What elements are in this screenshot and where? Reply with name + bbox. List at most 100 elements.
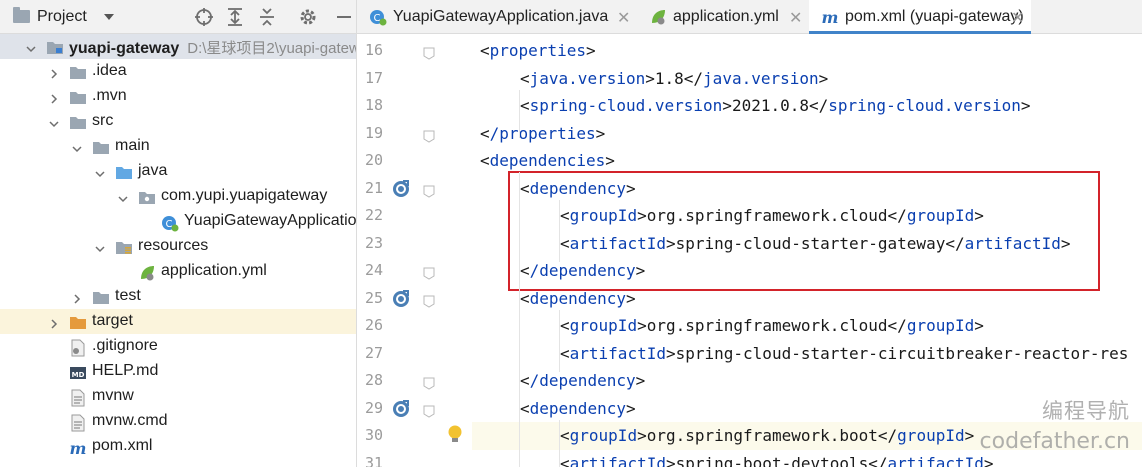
tree-item-resources[interactable]: resources xyxy=(0,234,356,259)
expand-all-icon[interactable] xyxy=(224,6,246,28)
xml-tag-name: properties xyxy=(489,41,586,60)
chevron-down-icon[interactable] xyxy=(26,41,36,53)
tree-item-target[interactable]: target xyxy=(0,309,356,334)
spring-class-icon: C xyxy=(161,214,179,232)
code-line[interactable]: <spring-cloud.version>2021.0.8</spring-c… xyxy=(472,92,1142,120)
xml-closing-tag-name: java.version xyxy=(703,68,819,88)
chevron-down-icon[interactable] xyxy=(49,116,59,128)
line-number: 24 xyxy=(364,261,383,279)
tree-item-test[interactable]: test xyxy=(0,284,356,309)
tree-item-label: mvnw.cmd xyxy=(92,412,168,429)
watermark: 编程导航 codefather.cn xyxy=(980,395,1130,454)
code-line[interactable]: <groupId>org.springframework.cloud</grou… xyxy=(472,312,1142,340)
tree-item-help-md[interactable]: MD HELP.md xyxy=(0,359,356,384)
tree-item-label: pom.xml xyxy=(92,437,153,454)
editor-tab-bar: C YuapiGatewayApplication.java ✕ applicatio… xyxy=(357,0,1142,34)
close-icon[interactable]: ✕ xyxy=(617,8,630,28)
chevron-down-icon[interactable] xyxy=(95,166,105,178)
yml-file-icon xyxy=(138,264,156,281)
tab-label: application.yml xyxy=(673,8,779,25)
chevron-right-icon[interactable] xyxy=(49,316,59,329)
tree-item-idea[interactable]: .idea xyxy=(0,59,356,84)
chevron-down-icon[interactable] xyxy=(118,191,128,203)
fold-marker-icon[interactable] xyxy=(423,375,435,390)
minimize-icon[interactable] xyxy=(333,6,355,28)
code-line[interactable]: </properties> xyxy=(472,120,1142,148)
tree-item-label: target xyxy=(92,312,133,329)
line-number: 29 xyxy=(364,398,383,417)
close-icon[interactable]: ✕ xyxy=(1011,8,1024,28)
fold-marker-icon[interactable] xyxy=(423,265,435,280)
xml-text-value: 2021.0.8 xyxy=(731,96,809,115)
line-number: 19 xyxy=(364,123,383,142)
chevron-down-icon[interactable] xyxy=(72,141,82,153)
tree-item-application-yml[interactable]: application.yml xyxy=(0,259,356,284)
line-number: 23 xyxy=(364,233,383,252)
tree-item-src[interactable]: src xyxy=(0,109,356,134)
folder-icon xyxy=(69,64,87,80)
xml-tag-name: artifactId xyxy=(569,453,666,467)
lightbulb-icon[interactable] xyxy=(447,424,463,446)
tree-item-yuapigatewayapplication[interactable]: C YuapiGatewayApplication xyxy=(0,209,356,234)
folder-icon xyxy=(69,89,87,105)
line-number: 31 xyxy=(364,453,383,467)
tree-item-label: test xyxy=(115,287,141,304)
spring-class-icon: C xyxy=(369,8,387,26)
xml-closing-tag-name: spring-cloud.version xyxy=(828,96,1021,115)
svg-text:C: C xyxy=(374,13,381,24)
collapse-all-icon[interactable] xyxy=(256,6,278,28)
line-number: 26 xyxy=(364,316,383,334)
tree-item-java[interactable]: java xyxy=(0,159,356,184)
xml-tag-name: /properties xyxy=(489,123,596,143)
maven-dependency-icon[interactable] xyxy=(391,288,413,310)
tree-item-gitignore[interactable]: .gitignore xyxy=(0,334,356,359)
folder-icon xyxy=(69,114,87,130)
chevron-right-icon[interactable] xyxy=(49,91,59,104)
project-panel-title[interactable]: Project xyxy=(37,8,87,26)
fold-marker-icon[interactable] xyxy=(423,183,435,198)
tab-pom-xml-yuapi-gateway[interactable]: m pom.xml (yuapi-gateway) ✕ xyxy=(809,0,1031,34)
chevron-right-icon[interactable] xyxy=(72,291,82,304)
watermark-url: codefather.cn xyxy=(979,429,1130,454)
indent-guide xyxy=(519,90,520,138)
tree-item-pom-xml[interactable]: m pom.xml xyxy=(0,434,356,459)
chevron-down-icon[interactable] xyxy=(104,14,114,20)
tree-item-yuapi-gateway[interactable]: yuapi-gateway D:\星球项目2\yuapi-gatew xyxy=(0,34,356,59)
svg-text:m: m xyxy=(822,8,839,26)
code-line[interactable]: </dependency> xyxy=(472,367,1142,395)
indent-guide xyxy=(559,310,560,372)
tree-item-label: src xyxy=(92,112,114,129)
fold-marker-icon[interactable] xyxy=(423,128,435,143)
code-line[interactable]: <java.version>1.8</java.version> xyxy=(472,65,1142,93)
tree-item-com-yupi-yuapigateway[interactable]: com.yupi.yuapigateway xyxy=(0,184,356,209)
svg-text:MD: MD xyxy=(72,371,85,379)
tree-item-mvn[interactable]: .mvn xyxy=(0,84,356,109)
excluded-folder-icon xyxy=(69,314,87,330)
tree-item-mvnw[interactable]: mvnw xyxy=(0,384,356,409)
chevron-right-icon[interactable] xyxy=(49,66,59,79)
gear-icon[interactable] xyxy=(297,6,319,28)
xml-text-value: org.springframework.boot xyxy=(646,426,878,445)
maven-dependency-icon[interactable] xyxy=(391,398,413,420)
line-number: 27 xyxy=(364,343,383,362)
markdown-file-icon: MD xyxy=(69,364,87,380)
xml-tag-name: groupId xyxy=(569,426,638,445)
chevron-down-icon[interactable] xyxy=(95,241,105,253)
fold-marker-icon[interactable] xyxy=(423,45,435,60)
maven-dependency-icon[interactable] xyxy=(391,178,413,200)
locate-icon[interactable] xyxy=(193,6,215,28)
tab-application-yml[interactable]: application.yml ✕ xyxy=(637,0,809,34)
tree-item-mvnw-cmd[interactable]: mvnw.cmd xyxy=(0,409,356,434)
close-icon[interactable]: ✕ xyxy=(789,8,802,28)
tab-yuapigatewayapplication-java[interactable]: C YuapiGatewayApplication.java ✕ xyxy=(357,0,637,34)
tree-item-label: java xyxy=(138,162,168,179)
folder-icon xyxy=(92,289,110,305)
project-panel: Project yuapi-gateway D:\星球项目2\yuapi-gate… xyxy=(0,0,357,467)
tree-item-main[interactable]: main xyxy=(0,134,356,159)
fold-marker-icon[interactable] xyxy=(423,293,435,308)
tree-item-label: yuapi-gateway D:\星球项目2\yuapi-gatew xyxy=(69,37,356,58)
code-line[interactable]: <properties> xyxy=(472,37,1142,65)
fold-marker-icon[interactable] xyxy=(423,403,435,418)
code-line[interactable]: <artifactId>spring-cloud-starter-circuit… xyxy=(472,340,1142,368)
xml-tag-name: groupId xyxy=(569,316,638,335)
